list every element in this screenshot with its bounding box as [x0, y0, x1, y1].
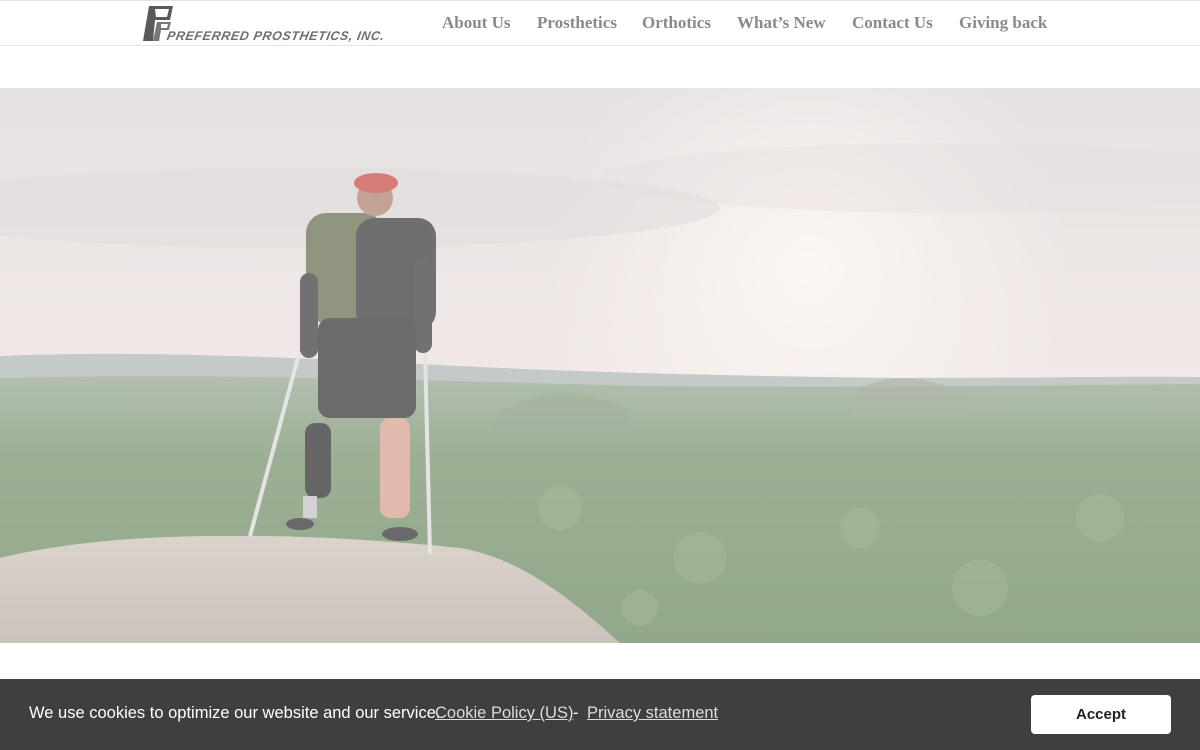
header-spacer [0, 46, 1200, 88]
nav-giving-back[interactable]: Giving back [959, 13, 1047, 33]
main-nav: About Us Prosthetics Orthotics What’s Ne… [0, 13, 1200, 35]
cookie-banner: We use cookies to optimize our website a… [0, 679, 1200, 750]
nav-about-us[interactable]: About Us [442, 13, 511, 33]
nav-prosthetics[interactable]: Prosthetics [537, 13, 617, 33]
cookie-link-separator: - [573, 704, 579, 722]
cookie-policy-link[interactable]: Cookie Policy (US) [435, 704, 573, 723]
accept-cookies-button[interactable]: Accept [1031, 695, 1171, 734]
hero-overlay [0, 88, 1200, 643]
nav-whats-new[interactable]: What’s New [737, 13, 826, 33]
nav-contact-us[interactable]: Contact Us [852, 13, 933, 33]
hero-image [0, 88, 1200, 643]
nav-orthotics[interactable]: Orthotics [642, 13, 711, 33]
cookie-message: We use cookies to optimize our website a… [29, 704, 441, 722]
site-header: PREFERRED PROSTHETICS, INC. About Us Pro… [0, 0, 1200, 46]
privacy-statement-link[interactable]: Privacy statement [587, 704, 718, 723]
